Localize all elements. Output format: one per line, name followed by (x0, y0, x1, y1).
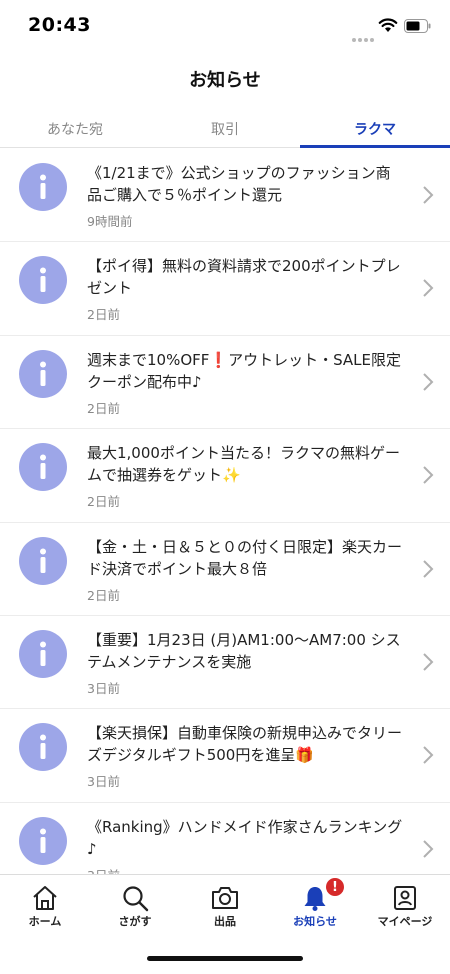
tabbar-home[interactable]: ホーム (0, 875, 90, 974)
tab-rakuma[interactable]: ラクマ (300, 110, 450, 148)
tabbar-home-label: ホーム (28, 915, 62, 928)
notification-tabs: あなた宛 取引 ラクマ (0, 110, 450, 148)
notification-time: 3日前 (87, 680, 120, 696)
info-icon (19, 536, 67, 585)
chevron-right-icon (423, 279, 434, 298)
notification-text: 【ポイ得】無料の資料請求で200ポイントプレゼント (87, 257, 401, 298)
notification-text: 【金・土・日＆５と０の付く日限定】楽天カード決済でポイント最大８倍 (87, 537, 403, 578)
notification-time: 9時間前 (87, 214, 133, 229)
notification-text: 週末まで10%OFF❗️アウトレット・SALE限定クーポン配布中♪ (87, 350, 401, 391)
info-icon (19, 256, 67, 305)
notification-text: 《Ranking》ハンドメイド作家さんランキング♪ (87, 817, 403, 858)
notification-item[interactable]: 【金・土・日＆５と０の付く日限定】楽天カード決済でポイント最大８倍 2日前 (0, 523, 450, 616)
notification-time: 3日前 (87, 865, 120, 874)
chevron-right-icon (423, 746, 434, 765)
wifi-icon (378, 18, 398, 32)
info-icon (19, 349, 67, 398)
chevron-right-icon (423, 653, 434, 671)
notification-item[interactable]: 《1/21まで》公式ショップのファッション商品ご購入で５％ポイント還元 9時間前 (0, 149, 450, 243)
notification-time: 2日前 (87, 307, 120, 323)
status-time: 20:43 (28, 14, 91, 36)
chevron-right-icon (423, 466, 434, 484)
notification-badge: ! (325, 877, 345, 897)
tabbar-mypage[interactable]: マイページ (360, 875, 450, 974)
notification-item[interactable]: 【楽天損保】自動車保険の新規申込みでタリーズデジタルギフト500円を進呈🎁 3日… (0, 709, 450, 803)
notification-list: 《1/21まで》公式ショップのファッション商品ご購入で５％ポイント還元 9時間前… (0, 149, 450, 874)
tabbar-notifications-label: お知らせ (293, 915, 337, 928)
tabbar-listing-label: 出品 (214, 915, 236, 928)
tab-transactions[interactable]: 取引 (150, 110, 300, 147)
tabbar-search-label: さがす (118, 915, 152, 928)
chevron-right-icon (423, 559, 434, 578)
notification-item[interactable]: 《Ranking》ハンドメイド作家さんランキング♪ 3日前 (0, 803, 450, 874)
tabbar-mypage-label: マイページ (377, 915, 433, 928)
chevron-right-icon (423, 186, 434, 204)
notification-item[interactable]: 週末まで10%OFF❗️アウトレット・SALE限定クーポン配布中♪ 2日前 (0, 336, 450, 430)
notification-item[interactable]: 【重要】1月23日 (月)AM1:00〜AM7:00 システムメンテナンスを実施… (0, 616, 450, 710)
chevron-right-icon (423, 373, 434, 391)
info-icon (19, 163, 67, 211)
chevron-right-icon (423, 840, 434, 858)
info-icon (19, 443, 67, 492)
page-title: お知らせ (189, 70, 261, 91)
info-icon (19, 629, 67, 678)
battery-icon (404, 19, 431, 33)
notification-text: 《1/21まで》公式ショップのファッション商品ご購入で５％ポイント還元 (87, 164, 391, 204)
notification-text: 最大1,000ポイント当たる！ラクマの無料ゲームで抽選券をゲット✨ (87, 444, 400, 485)
notification-item[interactable]: 最大1,000ポイント当たる！ラクマの無料ゲームで抽選券をゲット✨ 2日前 (0, 429, 450, 523)
home-indicator[interactable] (147, 956, 303, 961)
status-bar: 20:43 (0, 0, 450, 54)
notification-time: 2日前 (87, 494, 120, 510)
notification-item[interactable]: 【ポイ得】無料の資料請求で200ポイントプレゼント 2日前 (0, 242, 450, 336)
notification-text: 【重要】1月23日 (月)AM1:00〜AM7:00 システムメンテナンスを実施 (87, 630, 401, 671)
info-icon (19, 816, 67, 865)
camera-icon (212, 887, 238, 909)
notification-time: 3日前 (87, 774, 120, 790)
notification-text: 【楽天損保】自動車保険の新規申込みでタリーズデジタルギフト500円を進呈🎁 (87, 724, 403, 765)
notification-time: 2日前 (87, 587, 120, 603)
profile-icon (394, 886, 416, 910)
notification-time: 2日前 (87, 400, 120, 416)
tab-for-you[interactable]: あなた宛 (0, 110, 150, 147)
search-icon (123, 886, 149, 912)
home-icon (33, 886, 57, 910)
cellular-signal-icon (352, 27, 376, 46)
info-icon (19, 723, 67, 772)
